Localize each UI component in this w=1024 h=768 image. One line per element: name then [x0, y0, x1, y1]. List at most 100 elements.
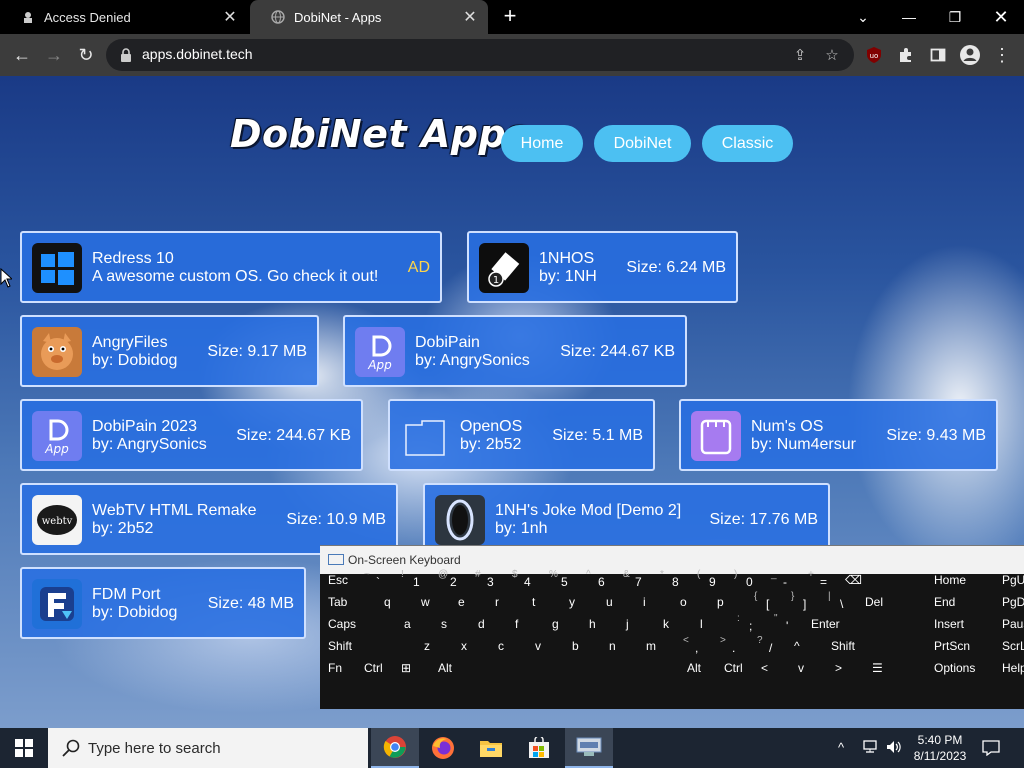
- store-taskbar-icon[interactable]: [515, 728, 563, 768]
- address-bar[interactable]: apps.dobinet.tech ⇪ ☆: [106, 39, 854, 71]
- key-u[interactable]: u: [600, 591, 635, 612]
- app-card-1nhos[interactable]: 1 1NHOS by: 1NH Size: 6.24 MB: [467, 231, 738, 303]
- key-del[interactable]: Del: [859, 591, 904, 612]
- key-enter[interactable]: Enter: [805, 613, 905, 634]
- key-tab[interactable]: Tab: [322, 591, 376, 612]
- share-icon[interactable]: ⇪: [790, 45, 810, 65]
- key-shift[interactable]: Shift: [825, 635, 907, 656]
- key-symbol[interactable]: >.: [714, 635, 749, 656]
- key-space[interactable]: [468, 657, 679, 678]
- key-i[interactable]: i: [637, 591, 672, 612]
- key-3[interactable]: #3: [469, 569, 504, 590]
- app-card-dobipain[interactable]: App DobiPain by: AngrySonics Size: 244.6…: [343, 315, 687, 387]
- ublock-icon[interactable]: uo: [860, 41, 888, 69]
- nav-classic-button[interactable]: Classic: [702, 125, 793, 162]
- key-d[interactable]: d: [472, 613, 507, 634]
- new-tab-button[interactable]: +: [497, 4, 523, 30]
- key-k[interactable]: k: [657, 613, 692, 634]
- notifications-icon[interactable]: [982, 740, 1000, 759]
- key-x[interactable]: x: [455, 635, 490, 656]
- reload-icon[interactable]: ↻: [72, 41, 100, 69]
- key-c[interactable]: c: [492, 635, 527, 656]
- key-r[interactable]: r: [489, 591, 524, 612]
- key-q[interactable]: q: [378, 591, 413, 612]
- nav-home-button[interactable]: Home: [501, 125, 583, 162]
- key-home[interactable]: Home: [928, 569, 994, 590]
- key-end[interactable]: End: [928, 591, 994, 612]
- key-g[interactable]: g: [546, 613, 581, 634]
- close-icon[interactable]: ✕: [218, 7, 242, 27]
- key-a[interactable]: a: [398, 613, 433, 634]
- key-2[interactable]: @2: [432, 569, 467, 590]
- key-caps[interactable]: Caps: [322, 613, 396, 634]
- app-card-angryfiles[interactable]: AngryFiles by: Dobidog Size: 9.17 MB: [20, 315, 319, 387]
- key-ctrl[interactable]: Ctrl: [358, 657, 393, 678]
- key-insert[interactable]: Insert: [928, 613, 994, 634]
- key-b[interactable]: b: [566, 635, 601, 656]
- key-alt[interactable]: Alt: [432, 657, 466, 678]
- key-ctrl[interactable]: Ctrl: [718, 657, 753, 678]
- key-o[interactable]: o: [674, 591, 709, 612]
- key-symbol[interactable]: _ -: [765, 569, 800, 590]
- key-1[interactable]: ! 1: [395, 569, 430, 590]
- key-symbol[interactable]: ~ `: [358, 569, 393, 590]
- key-z[interactable]: z: [418, 635, 453, 656]
- window-close-icon[interactable]: ✕: [978, 0, 1024, 34]
- key-symbol[interactable]: | \: [822, 591, 857, 612]
- key-symbol[interactable]: + =: [802, 569, 837, 590]
- bookmark-star-icon[interactable]: ☆: [822, 45, 842, 65]
- key-help[interactable]: Help: [996, 657, 1024, 678]
- show-hidden-icons-chevron-icon[interactable]: ^: [838, 740, 844, 755]
- key-symbol[interactable]: ^: [788, 635, 823, 656]
- key-pgdn[interactable]: PgDn: [996, 591, 1024, 612]
- side-panel-icon[interactable]: [924, 41, 952, 69]
- app-card-nums-os[interactable]: Num's OS by: Num4ersur Size: 9.43 MB: [679, 399, 998, 471]
- key-pause[interactable]: Pause: [996, 613, 1024, 634]
- key-p[interactable]: p: [711, 591, 746, 612]
- chrome-taskbar-icon[interactable]: [371, 728, 419, 768]
- restore-icon[interactable]: ❐: [932, 0, 978, 34]
- key-pgup[interactable]: PgUp: [996, 569, 1024, 590]
- key-e[interactable]: e: [452, 591, 487, 612]
- firefox-taskbar-icon[interactable]: [419, 728, 467, 768]
- extensions-puzzle-icon[interactable]: [892, 41, 920, 69]
- key-n[interactable]: n: [603, 635, 638, 656]
- volume-icon[interactable]: [886, 740, 902, 757]
- key-l[interactable]: l: [694, 613, 729, 634]
- key-symbol[interactable]: {[: [748, 591, 783, 612]
- nav-dobinet-button[interactable]: DobiNet: [594, 125, 691, 162]
- key-scrlk[interactable]: ScrLk: [996, 635, 1024, 656]
- key-0[interactable]: ) 0: [728, 569, 763, 590]
- forward-arrow-icon[interactable]: →: [40, 41, 68, 69]
- tab-access-denied[interactable]: Access Denied ✕: [0, 0, 248, 34]
- key-f[interactable]: f: [509, 613, 544, 634]
- key-symbol[interactable]: <: [755, 657, 790, 678]
- key-symbol[interactable]: }]: [785, 591, 820, 612]
- key-symbol[interactable]: :;: [731, 613, 766, 634]
- key-shift[interactable]: Shift: [322, 635, 416, 656]
- key-symbol[interactable]: ☰: [866, 657, 901, 678]
- close-icon[interactable]: ✕: [458, 7, 482, 27]
- app-card-dobipain-2023[interactable]: App DobiPain 2023 by: AngrySonics Size: …: [20, 399, 363, 471]
- key-j[interactable]: j: [620, 613, 655, 634]
- site-logo[interactable]: DobiNet Apps: [230, 112, 529, 156]
- app-card-redress-10[interactable]: Redress 10 A awesome custom OS. Go check…: [20, 231, 442, 303]
- key-7[interactable]: & 7: [617, 569, 652, 590]
- key-prtscn[interactable]: PrtScn: [928, 635, 994, 656]
- key-8[interactable]: * 8: [654, 569, 689, 590]
- back-arrow-icon[interactable]: ←: [8, 41, 36, 69]
- key-4[interactable]: $4: [506, 569, 541, 590]
- taskbar-search-box[interactable]: Type here to search: [48, 728, 368, 768]
- key-y[interactable]: y: [563, 591, 598, 612]
- key-5[interactable]: % 5: [543, 569, 578, 590]
- key-9[interactable]: (9: [691, 569, 726, 590]
- key-symbol[interactable]: ⊞: [395, 657, 430, 678]
- key-esc[interactable]: Esc: [322, 569, 356, 590]
- profile-avatar-icon[interactable]: [956, 41, 984, 69]
- taskbar-clock[interactable]: 5:40 PM 8/11/2023: [905, 732, 975, 764]
- key-t[interactable]: t: [526, 591, 561, 612]
- key-6[interactable]: ^ 6: [580, 569, 615, 590]
- key-alt[interactable]: Alt: [681, 657, 716, 678]
- key-options[interactable]: Options: [928, 657, 994, 678]
- key-m[interactable]: m: [640, 635, 675, 656]
